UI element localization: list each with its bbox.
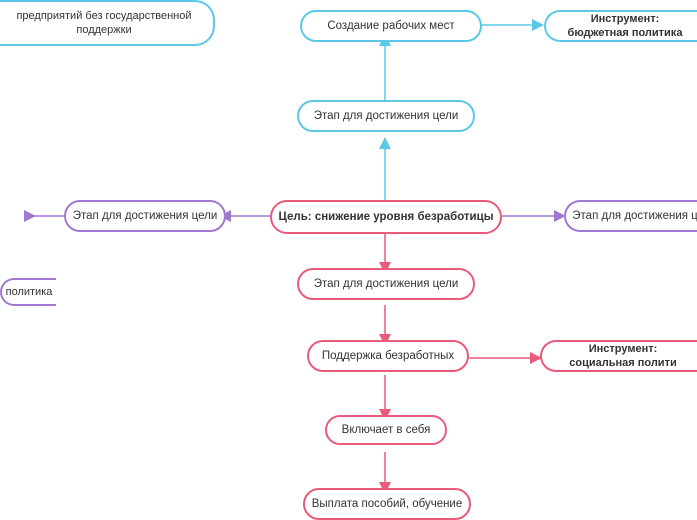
node-instrument-social: Инструмент: социальная полити xyxy=(540,340,697,372)
node-support-unemployed: Поддержка безработных xyxy=(307,340,469,372)
node-politics-left: политика xyxy=(0,278,56,306)
node-enterprises: предприятий без государственной поддержк… xyxy=(0,0,215,46)
node-instrument-budget: Инструмент: бюджетная политика xyxy=(544,10,697,42)
node-stage-top: Этап для достижения цели xyxy=(297,100,475,132)
node-goal-center: Цель: снижение уровня безработицы xyxy=(270,200,502,234)
node-create-jobs: Создание рабочих мест xyxy=(300,10,482,42)
node-stage-below-goal: Этап для достижения цели xyxy=(297,268,475,300)
node-benefits: Выплата пособий, обучение xyxy=(303,488,471,520)
node-includes: Включает в себя xyxy=(325,415,447,445)
node-stage-right: Этап для достижения ц xyxy=(564,200,697,232)
node-stage-left: Этап для достижения цели xyxy=(64,200,226,232)
mind-map-diagram: предприятий без государственной поддержк… xyxy=(0,0,697,520)
